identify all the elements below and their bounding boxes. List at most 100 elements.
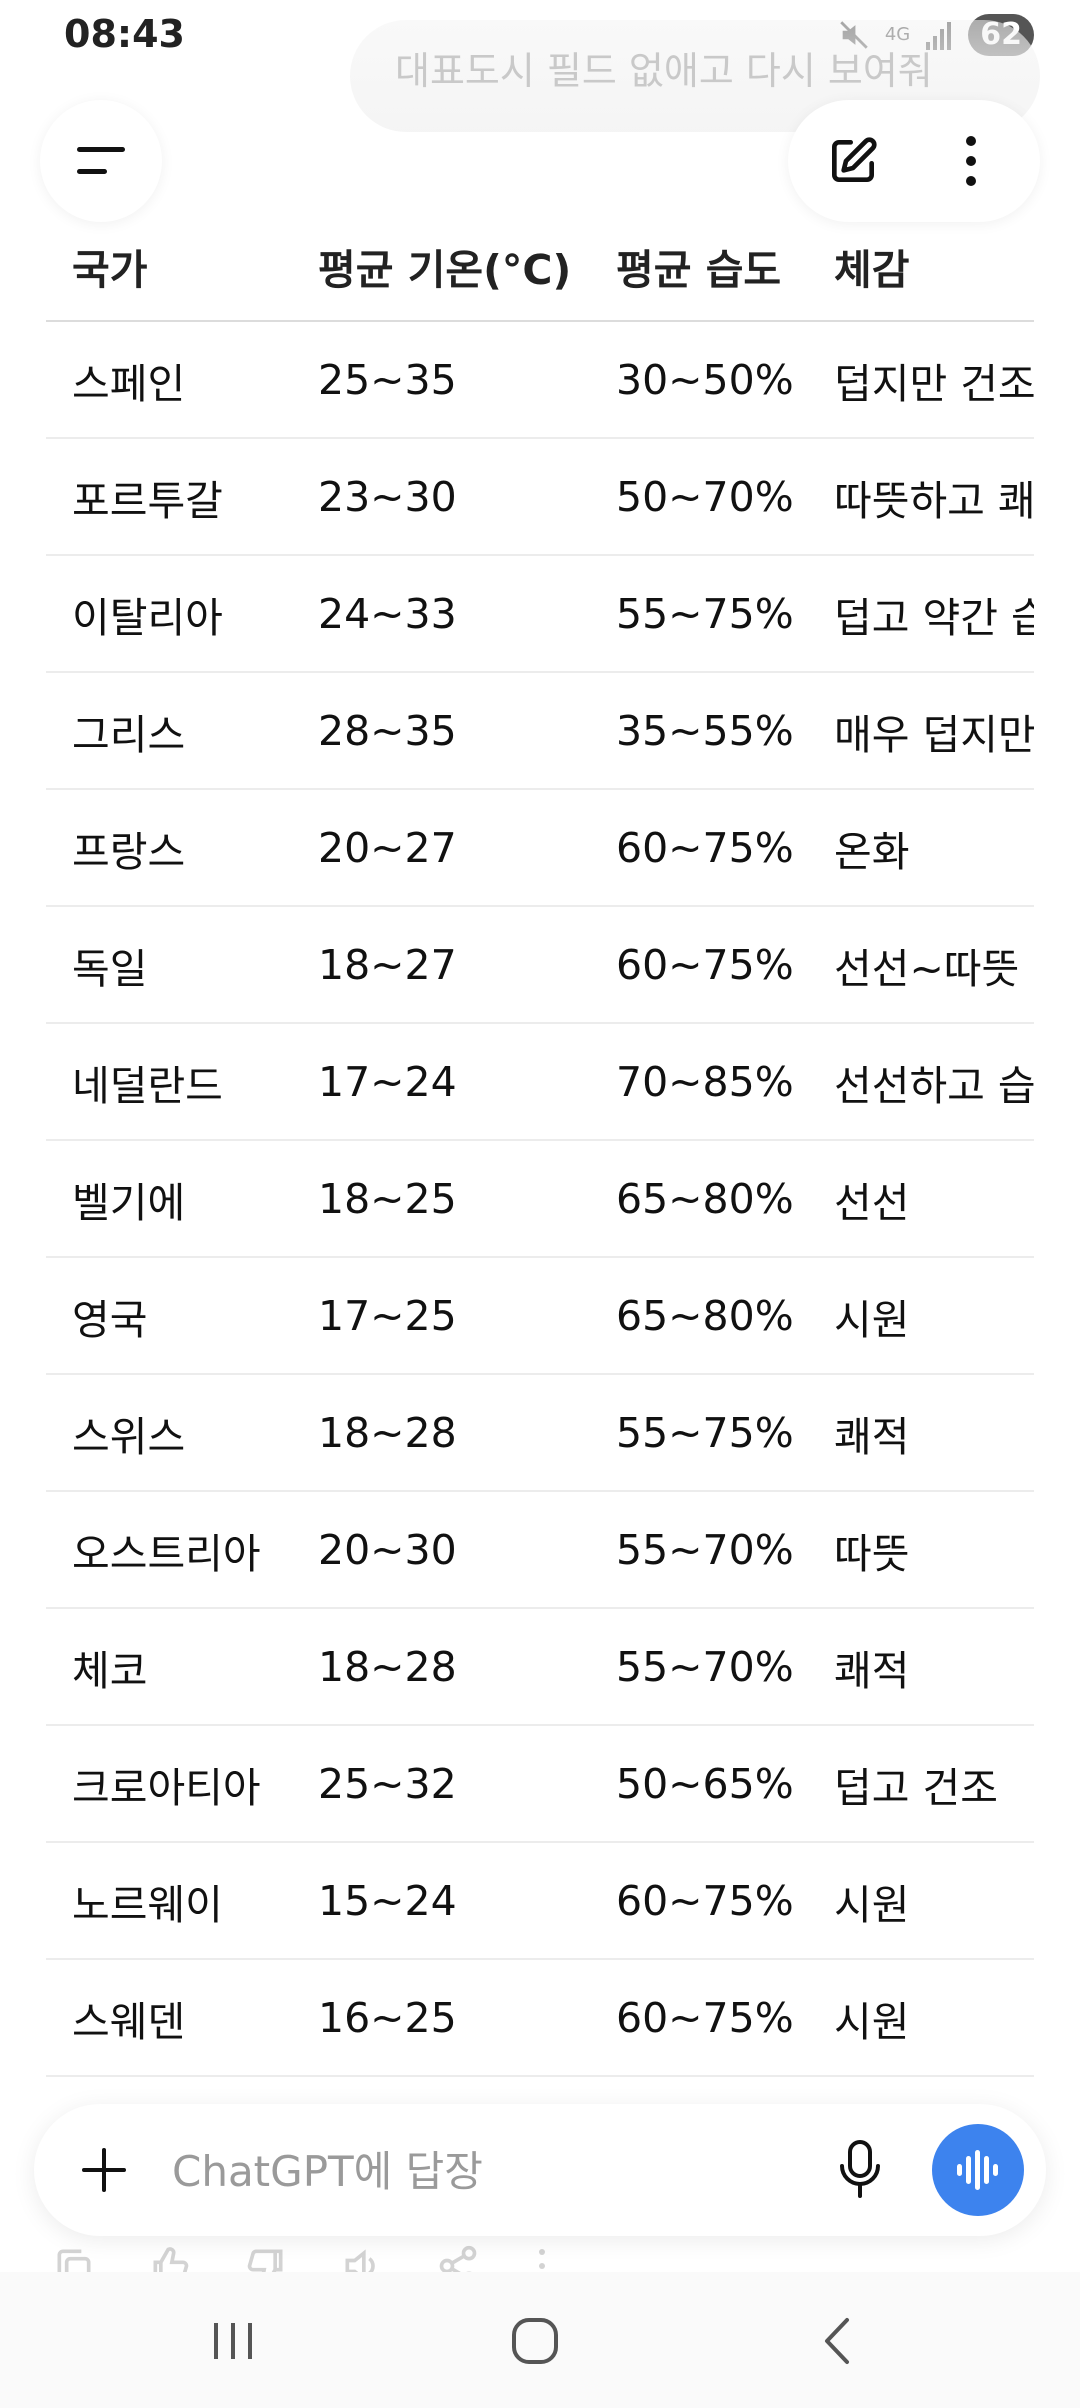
cell-feel: 선선~따뜻 <box>834 944 1020 993</box>
cell-country: 스웨덴 <box>72 1997 186 2046</box>
column-header-humidity: 평균 습도 <box>616 246 782 294</box>
cell-humidity: 60~75% <box>616 823 794 872</box>
cell-temperature: 28~35 <box>318 706 457 755</box>
cell-feel: 덥고 건조 <box>834 1763 998 1812</box>
table-row: 독일 18~27 60~75% 선선~따뜻 <box>46 907 1034 1024</box>
cell-temperature: 18~28 <box>318 1642 457 1691</box>
cell-temperature: 20~27 <box>318 823 457 872</box>
cell-humidity: 65~80% <box>616 1291 794 1340</box>
cell-feel: 쾌적 <box>834 1646 910 1695</box>
cell-temperature: 18~27 <box>318 940 457 989</box>
table-row: 스웨덴 16~25 60~75% 시원 <box>46 1960 1034 2077</box>
cell-country: 포르투갈 <box>72 476 223 525</box>
cell-country: 노르웨이 <box>72 1880 223 1929</box>
top-actions <box>788 100 1040 222</box>
cell-temperature: 20~30 <box>318 1525 457 1574</box>
table-body: 스페인 25~35 30~50% 덥지만 건조 포르투갈 23~30 50~70% 따뜻하고 … <box>46 322 1034 2077</box>
cell-temperature: 15~24 <box>318 1876 457 1925</box>
cell-country: 오스트리아 <box>72 1529 261 1578</box>
cell-country: 프랑스 <box>72 827 186 876</box>
cell-humidity: 35~55% <box>616 706 794 755</box>
dictation-button[interactable] <box>820 2130 900 2210</box>
table-row: 네덜란드 17~24 70~85% 선선하고 습 <box>46 1024 1034 1141</box>
cell-country: 영국 <box>72 1295 148 1344</box>
column-header-feel: 체감 <box>834 246 910 294</box>
cell-humidity: 55~70% <box>616 1525 794 1574</box>
cell-temperature: 17~25 <box>318 1291 457 1340</box>
cell-humidity: 50~65% <box>616 1759 794 1808</box>
table-row: 프랑스 20~27 60~75% 온화 <box>46 790 1034 907</box>
menu-button[interactable] <box>40 100 162 222</box>
cell-temperature: 18~25 <box>318 1174 457 1223</box>
table-row: 그리스 28~35 35~55% 매우 덥지만 <box>46 673 1034 790</box>
waveform-icon <box>957 2150 998 2190</box>
cell-country: 독일 <box>72 944 148 993</box>
cell-temperature: 18~28 <box>318 1408 457 1457</box>
plus-icon <box>82 2148 126 2192</box>
recent-apps-button[interactable] <box>188 2306 278 2376</box>
cell-feel: 따뜻 <box>834 1529 910 1578</box>
back-button[interactable] <box>792 2306 882 2376</box>
cell-feel: 쾌적 <box>834 1412 910 1461</box>
cell-humidity: 55~75% <box>616 589 794 638</box>
cell-country: 스위스 <box>72 1412 186 1461</box>
column-header-country: 국가 <box>72 246 148 294</box>
more-vertical-icon <box>966 136 976 186</box>
cell-humidity: 30~50% <box>616 355 794 404</box>
table-row: 체코 18~28 55~70% 쾌적 <box>46 1609 1034 1726</box>
cell-humidity: 60~75% <box>616 1993 794 2042</box>
home-button[interactable] <box>490 2306 580 2376</box>
cell-temperature: 17~24 <box>318 1057 457 1106</box>
cell-country: 체코 <box>72 1646 148 1695</box>
column-header-temperature: 평균 기온(°C) <box>318 246 572 294</box>
cell-humidity: 55~70% <box>616 1642 794 1691</box>
cell-temperature: 16~25 <box>318 1993 457 2042</box>
cell-feel: 선선 <box>834 1178 910 1227</box>
table-row: 벨기에 18~25 65~80% 선선 <box>46 1141 1034 1258</box>
cell-country: 벨기에 <box>72 1178 186 1227</box>
table-row: 영국 17~25 65~80% 시원 <box>46 1258 1034 1375</box>
microphone-icon <box>840 2140 880 2198</box>
menu-icon <box>77 147 125 174</box>
cell-feel: 시원 <box>834 1295 910 1344</box>
cell-humidity: 70~85% <box>616 1057 794 1106</box>
more-options-button[interactable] <box>936 126 1006 196</box>
cell-humidity: 55~75% <box>616 1408 794 1457</box>
recent-apps-icon <box>214 2323 252 2359</box>
cell-feel: 선선하고 습 <box>834 1061 1034 1110</box>
navigation-bar <box>0 2272 1080 2408</box>
cell-feel: 시원 <box>834 1997 910 2046</box>
cell-feel: 덥고 약간 습 <box>834 593 1034 642</box>
cell-country: 그리스 <box>72 710 186 759</box>
cell-temperature: 25~32 <box>318 1759 457 1808</box>
cell-feel: 매우 덥지만 <box>834 710 1034 759</box>
table-row: 오스트리아 20~30 55~70% 따뜻 <box>46 1492 1034 1609</box>
cell-humidity: 60~75% <box>616 940 794 989</box>
table-row: 크로아티아 25~32 50~65% 덥고 건조 <box>46 1726 1034 1843</box>
reply-input[interactable] <box>170 2142 694 2200</box>
cell-humidity: 60~75% <box>616 1876 794 1925</box>
cell-feel: 온화 <box>834 827 910 876</box>
table-header: 국가 평균 기온(°C) 평균 습도 체감 <box>46 220 1034 322</box>
cell-country: 이탈리아 <box>72 593 223 642</box>
cell-temperature: 24~33 <box>318 589 457 638</box>
cell-feel: 따뜻하고 쾌 <box>834 476 1034 525</box>
new-chat-button[interactable] <box>818 126 888 196</box>
back-icon <box>825 2318 849 2364</box>
edit-icon <box>832 137 877 183</box>
add-attachment-button[interactable] <box>64 2130 144 2210</box>
table-row: 노르웨이 15~24 60~75% 시원 <box>46 1843 1034 1960</box>
table-row: 포르투갈 23~30 50~70% 따뜻하고 쾌 <box>46 439 1034 556</box>
reply-composer <box>34 2104 1046 2236</box>
cell-humidity: 65~80% <box>616 1174 794 1223</box>
status-time: 08:43 <box>64 12 185 56</box>
cell-feel: 시원 <box>834 1880 910 1929</box>
cell-temperature: 25~35 <box>318 355 457 404</box>
cell-country: 네덜란드 <box>72 1061 223 1110</box>
home-icon <box>512 2318 558 2364</box>
climate-table: 국가 평균 기온(°C) 평균 습도 체감 스페인 25~35 30~50% 덥지만 … <box>46 220 1034 2077</box>
table-row: 이탈리아 24~33 55~75% 덥고 약간 습 <box>46 556 1034 673</box>
cell-feel: 덥지만 건조 <box>834 359 1034 408</box>
cell-humidity: 50~70% <box>616 472 794 521</box>
voice-mode-button[interactable] <box>932 2124 1024 2216</box>
